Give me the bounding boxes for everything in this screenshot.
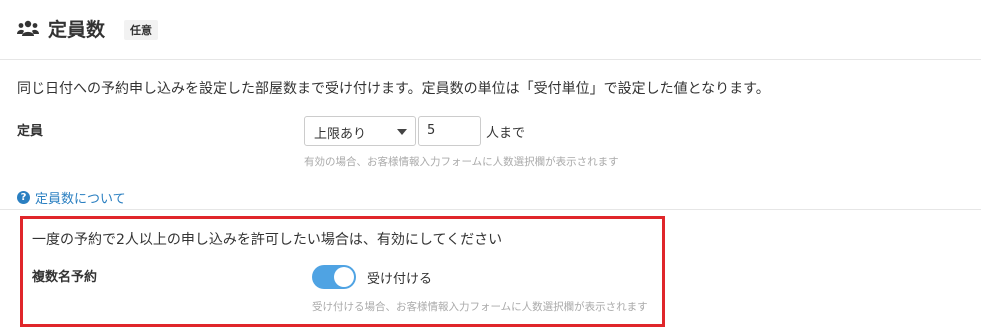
multi-booking-description: 一度の予約で2人以上の申し込みを許可したい場合は、有効にしてください: [32, 232, 503, 248]
optional-badge: 任意: [124, 20, 158, 40]
limit-select[interactable]: 上限あり: [304, 116, 416, 146]
capacity-unit: 人まで: [486, 126, 526, 141]
multi-booking-label: 複数名予約: [32, 270, 98, 285]
multi-booking-toggle[interactable]: [312, 265, 356, 289]
question-circle-icon: ?: [17, 191, 30, 204]
capacity-label: 定員: [17, 124, 44, 139]
help-link-row[interactable]: ? 定員数について: [17, 188, 126, 207]
capacity-hint: 有効の場合、お客様情報入力フォームに人数選択欄が表示されます: [304, 156, 619, 168]
toggle-label: 受け付ける: [367, 272, 433, 287]
caret-down-icon: [397, 129, 407, 135]
section-title: 定員数: [48, 19, 106, 41]
limit-select-value: 上限あり: [314, 127, 367, 142]
multi-booking-hint: 受け付ける場合、お客様情報入力フォームに人数選択欄が表示されます: [312, 301, 648, 313]
section-header: 定員数 任意: [0, 0, 981, 60]
divider: [0, 209, 981, 210]
capacity-number-value: 5: [427, 123, 436, 138]
toggle-knob: [334, 267, 354, 287]
users-icon: [17, 20, 39, 36]
help-link[interactable]: 定員数について: [35, 188, 126, 207]
section-description: 同じ日付への予約申し込みを設定した部屋数まで受け付けます。定員数の単位は「受付単…: [17, 81, 770, 97]
capacity-number-input[interactable]: 5: [418, 116, 481, 146]
